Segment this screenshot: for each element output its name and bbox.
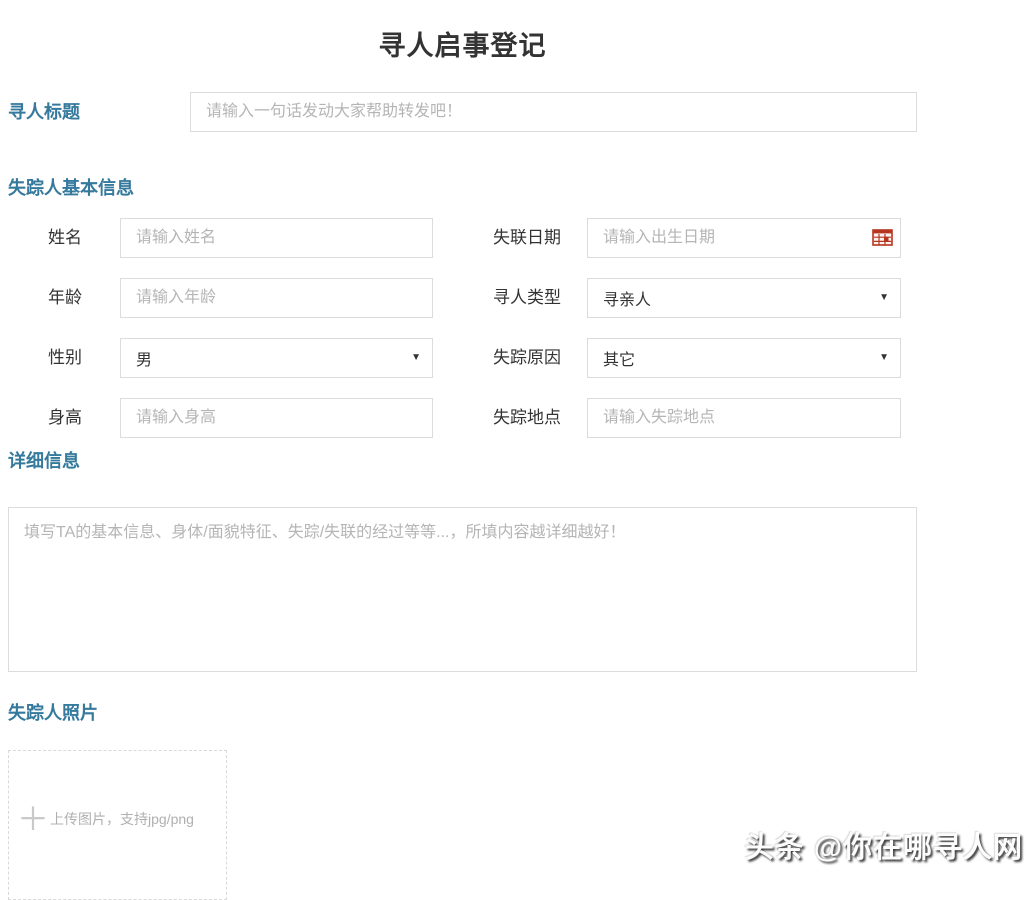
name-input[interactable] [120,218,433,258]
plus-icon: ＋ [17,803,49,835]
missing-reason-label: 失踪原因 [493,338,561,378]
age-label: 年龄 [48,278,82,318]
name-label: 姓名 [48,218,82,258]
height-input[interactable] [120,398,433,438]
missing-reason-select[interactable]: 其它 ▼ [587,338,901,378]
chevron-down-icon: ▼ [879,293,889,303]
watermark: 头条 @你在哪寻人网 [745,824,1023,866]
title-field-label: 寻人标题 [8,92,80,132]
gender-label: 性别 [48,338,82,378]
section-heading-photos: 失踪人照片 [8,699,98,725]
gender-select[interactable]: 男 ▼ [120,338,433,378]
section-heading-detail-info: 详细信息 [8,447,80,473]
page-title: 寻人启事登记 [0,24,925,63]
title-input[interactable] [190,92,917,132]
lost-date-input[interactable] [587,218,901,258]
lost-date-label: 失联日期 [493,218,561,258]
photo-upload-box[interactable]: ＋ 上传图片，支持jpg/png [8,750,227,900]
search-type-value: 寻亲人 [603,286,651,310]
search-type-label: 寻人类型 [493,278,561,318]
search-type-select[interactable]: 寻亲人 ▼ [587,278,901,318]
section-heading-basic-info: 失踪人基本信息 [8,174,134,200]
missing-place-input[interactable] [587,398,901,438]
age-input[interactable] [120,278,433,318]
calendar-icon[interactable] [872,229,893,246]
height-label: 身高 [48,398,82,438]
gender-value: 男 [136,346,152,370]
missing-reason-value: 其它 [603,346,635,370]
chevron-down-icon: ▼ [411,353,421,363]
missing-place-label: 失踪地点 [493,398,561,438]
upload-hint-text: 上传图片，支持jpg/png [50,809,194,829]
chevron-down-icon: ▼ [879,353,889,363]
detail-textarea[interactable] [8,507,917,672]
